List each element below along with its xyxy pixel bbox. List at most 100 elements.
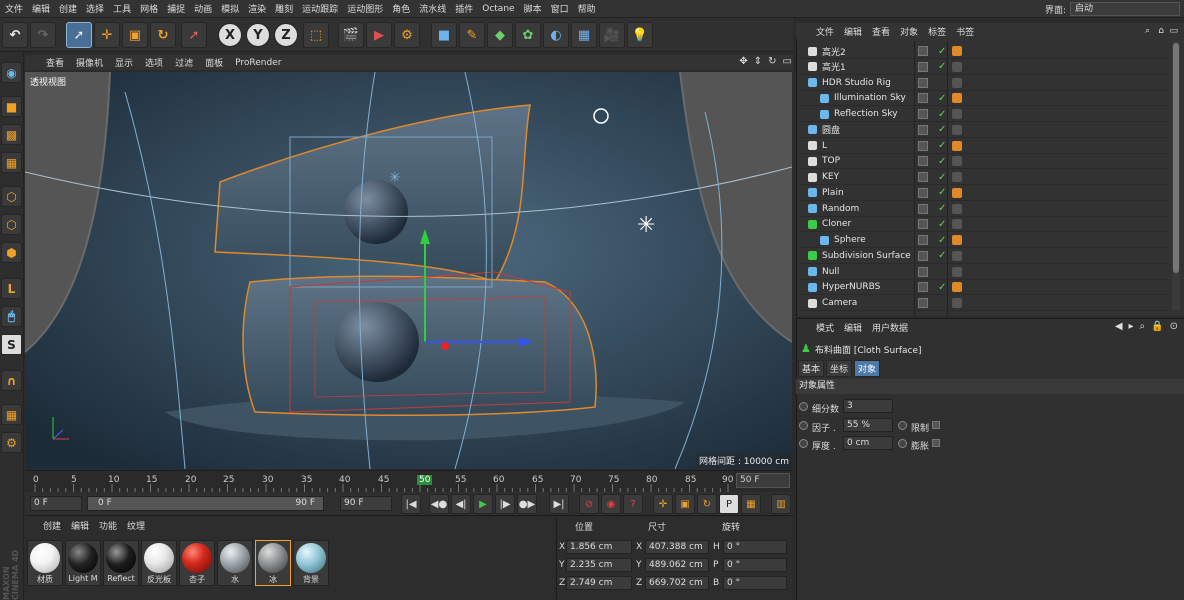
rotation-h-field[interactable]: 0 °: [723, 540, 787, 554]
object-name[interactable]: Plain: [822, 188, 844, 198]
tag-icon[interactable]: [952, 124, 962, 135]
object-name[interactable]: TOP: [822, 156, 840, 166]
edges-mode-icon[interactable]: ⬡: [1, 214, 22, 235]
object-name[interactable]: 高光1: [822, 60, 846, 73]
tweak-mode-icon[interactable]: 🖱: [1, 306, 22, 327]
size-z-field[interactable]: 669.702 cm: [645, 576, 709, 590]
material-swatch[interactable]: 反光板: [141, 540, 177, 586]
object-name[interactable]: Camera: [822, 298, 857, 308]
menu-octane[interactable]: Octane: [479, 4, 520, 14]
viewport-menu-prorender[interactable]: ProRender: [231, 58, 285, 68]
end-frame-field[interactable]: 90 F: [340, 496, 392, 511]
tag-icon[interactable]: [952, 140, 962, 151]
object-row[interactable]: Sphere ✓: [800, 233, 1168, 248]
lock-workplane-icon[interactable]: ▦: [1, 404, 22, 425]
new-view-icon[interactable]: ▭: [1167, 26, 1180, 36]
subdivision-icon[interactable]: ◆: [487, 22, 513, 48]
viewport-menu-view[interactable]: 查看: [42, 56, 68, 69]
previous-key-icon[interactable]: ◀●: [429, 494, 449, 514]
tag-icon[interactable]: [952, 266, 962, 277]
tag-icon[interactable]: [952, 61, 962, 72]
tag-icon[interactable]: [952, 156, 962, 167]
preview-range-slider[interactable]: 0 F 90 F: [87, 496, 324, 511]
viewport-menu-filter[interactable]: 过滤: [171, 56, 197, 69]
timeline-window-icon[interactable]: ▥: [771, 494, 791, 514]
search-icon[interactable]: ⌕: [1140, 321, 1146, 332]
start-frame-field[interactable]: 0 F: [30, 496, 82, 511]
object-row[interactable]: HDR Studio Rig: [800, 76, 1168, 91]
position-y-field[interactable]: 2.235 cm: [566, 558, 632, 572]
layout-select[interactable]: 启动: [1070, 2, 1180, 16]
object-menu-file[interactable]: 文件: [814, 25, 836, 38]
select-tool-icon[interactable]: ➚: [66, 22, 92, 48]
object-row[interactable]: 高光1 ✓: [800, 60, 1168, 75]
viewport-menu-options[interactable]: 选项: [141, 56, 167, 69]
object-row[interactable]: 圆盘 ✓: [800, 123, 1168, 138]
material-swatch[interactable]: 杏子: [179, 540, 215, 586]
solo-icon[interactable]: S: [1, 334, 22, 355]
attribute-menu-edit[interactable]: 编辑: [844, 321, 862, 334]
next-frame-icon[interactable]: |▶: [495, 494, 515, 514]
menu-animate[interactable]: 动画: [191, 2, 218, 15]
menu-simulate[interactable]: 模拟: [218, 2, 245, 15]
object-name[interactable]: Null: [822, 267, 839, 277]
viewport-menu-display[interactable]: 显示: [111, 56, 137, 69]
menu-snap[interactable]: 捕捉: [164, 2, 191, 15]
layer-visibility-icon[interactable]: [918, 203, 928, 214]
layer-visibility-icon[interactable]: [918, 93, 928, 104]
layer-visibility-icon[interactable]: [918, 46, 928, 56]
position-z-field[interactable]: 2.749 cm: [566, 576, 632, 590]
enabled-check-icon[interactable]: ✓: [938, 282, 946, 293]
subdivisions-field[interactable]: 3: [843, 399, 893, 413]
object-menu-view[interactable]: 查看: [870, 25, 892, 38]
enabled-check-icon[interactable]: ✓: [938, 219, 946, 230]
tag-icon[interactable]: [952, 109, 962, 119]
menu-sculpt[interactable]: 雕刻: [272, 2, 299, 15]
enabled-check-icon[interactable]: ✓: [938, 235, 946, 246]
layer-visibility-icon[interactable]: [918, 266, 928, 277]
material-menu-function[interactable]: 功能: [99, 519, 117, 532]
planar-workplane-icon[interactable]: ⚙: [1, 432, 22, 453]
deformer-icon[interactable]: ◐: [543, 22, 569, 48]
size-y-field[interactable]: 489.062 cm: [645, 558, 709, 572]
key-pla-icon[interactable]: ▦: [741, 494, 761, 514]
object-menu-edit[interactable]: 编辑: [842, 25, 864, 38]
material-menu-edit[interactable]: 编辑: [71, 519, 89, 532]
lock-icon[interactable]: 🔒: [1151, 321, 1163, 332]
enabled-check-icon[interactable]: ✓: [938, 140, 946, 151]
material-swatch[interactable]: 材质: [27, 540, 63, 586]
object-name[interactable]: Sphere: [834, 235, 866, 245]
material-swatch[interactable]: 背景: [293, 540, 329, 586]
layer-visibility-icon[interactable]: [918, 250, 928, 261]
tag-icon[interactable]: [952, 77, 962, 88]
keyframe-selection-icon[interactable]: ?: [623, 494, 643, 514]
object-name[interactable]: Random: [822, 204, 859, 214]
menu-help[interactable]: 帮助: [575, 2, 602, 15]
render-settings-icon[interactable]: ⚙: [394, 22, 420, 48]
attribute-menu-mode[interactable]: 模式: [816, 321, 834, 334]
object-row[interactable]: HyperNURBS ✓: [800, 280, 1168, 296]
toggle-view-icon[interactable]: ▭: [783, 56, 792, 67]
object-name[interactable]: KEY: [822, 172, 839, 182]
menu-select[interactable]: 选择: [83, 2, 110, 15]
timeline-ruler[interactable]: 0 5 10 15 20 25 30 35 40 45 50 55 60 65 …: [25, 470, 793, 492]
material-swatch[interactable]: 水: [217, 540, 253, 586]
search-icon[interactable]: ⌕: [1143, 26, 1152, 36]
play-icon[interactable]: ▶: [473, 494, 493, 514]
object-name[interactable]: 高光2: [822, 45, 846, 58]
object-row[interactable]: 高光2 ✓: [800, 44, 1168, 59]
layer-visibility-icon[interactable]: [918, 156, 928, 167]
tag-icon[interactable]: [952, 298, 962, 308]
animate-toggle[interactable]: [799, 421, 808, 430]
object-row[interactable]: Subdivision Surface ✓: [800, 249, 1168, 264]
object-row[interactable]: Cloner ✓: [800, 217, 1168, 233]
go-to-end-icon[interactable]: ▶|: [549, 494, 569, 514]
animate-toggle[interactable]: [799, 439, 808, 448]
next-key-icon[interactable]: ●▶: [517, 494, 537, 514]
object-name[interactable]: HDR Studio Rig: [822, 78, 891, 88]
object-list-scrollbar[interactable]: [1172, 41, 1180, 311]
live-select-icon[interactable]: ➚: [181, 22, 207, 48]
light-icon[interactable]: 💡: [627, 22, 653, 48]
make-editable-icon[interactable]: ◉: [1, 62, 22, 83]
layer-visibility-icon[interactable]: [918, 298, 928, 308]
